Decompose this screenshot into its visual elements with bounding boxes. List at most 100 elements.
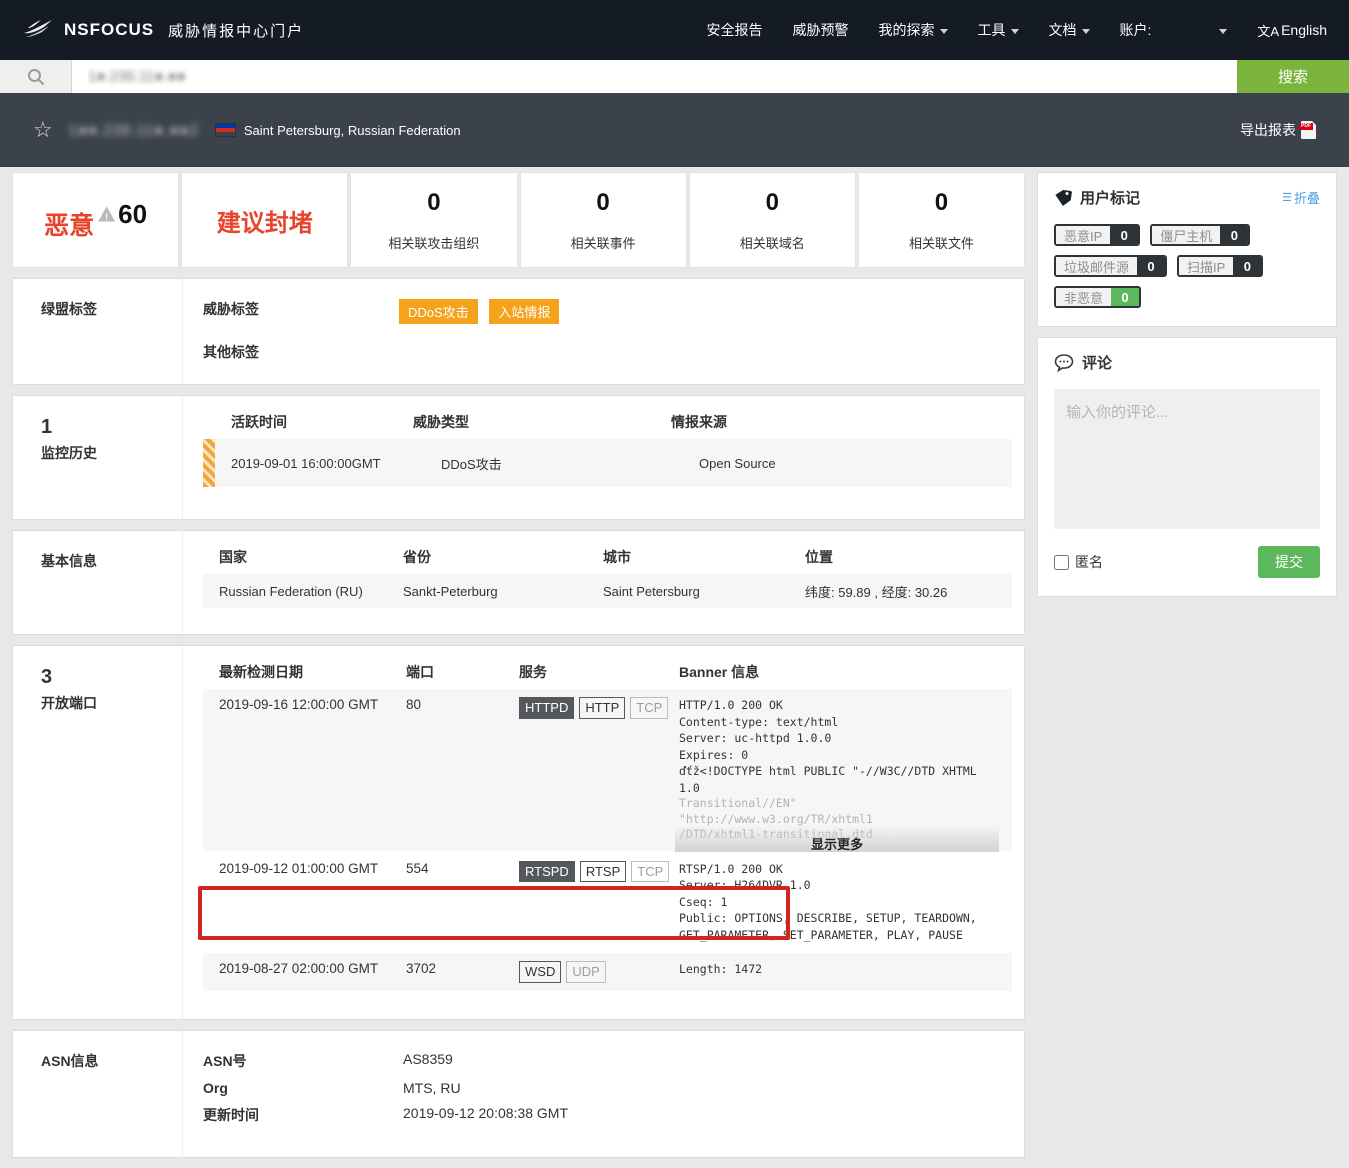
col-header: 情报来源 bbox=[671, 412, 1012, 432]
pill-label: 垃圾邮件源 bbox=[1056, 257, 1137, 275]
col-header: 国家 bbox=[203, 547, 403, 567]
nsfocus-logo-icon bbox=[22, 17, 56, 43]
tag-pill-spam-source[interactable]: 垃圾邮件源 0 bbox=[1054, 255, 1167, 277]
cell-source: Open Source bbox=[699, 456, 1012, 471]
col-header: Banner 信息 bbox=[679, 662, 995, 682]
pill-count: 0 bbox=[1220, 226, 1248, 244]
stat-value: 0 bbox=[766, 189, 779, 217]
section-label: ASN信息 bbox=[13, 1031, 183, 1157]
service-badge: RTSP bbox=[580, 861, 626, 883]
col-header: 最新检测日期 bbox=[203, 662, 406, 682]
other-tags-label: 其他标签 bbox=[203, 342, 399, 362]
comments-header: 评论 bbox=[1054, 352, 1320, 373]
nav-item-threat-warning[interactable]: 威胁预警 bbox=[793, 20, 849, 40]
comment-bubble-icon bbox=[1054, 354, 1074, 372]
title-bar: ☆ 1●●.236.11●.●●2 Saint Petersburg, Russ… bbox=[0, 93, 1349, 167]
port-row-3702: 2019-08-27 02:00:00 GMT 3702 WSDUDP Leng… bbox=[203, 953, 1012, 991]
export-report-button[interactable]: 导出报表 bbox=[1240, 120, 1316, 140]
stat-label: 相关联域名 bbox=[740, 233, 805, 252]
search-input[interactable] bbox=[72, 60, 1237, 93]
section-body: 国家 省份 城市 位置 Russian Federation (RU) Sank… bbox=[183, 531, 1024, 634]
banner-text: RTSP/1.0 200 OK Server: H264DVR 1.0 Cseq… bbox=[679, 862, 977, 942]
brand[interactable]: NSFOCUS bbox=[22, 17, 154, 43]
nav-item-security-report[interactable]: 安全报告 bbox=[707, 20, 763, 40]
open-ports-count: 3 bbox=[41, 666, 182, 689]
section-body: 活跃时间 威胁类型 情报来源 2019-09-01 16:00:00GMT DD… bbox=[183, 396, 1024, 519]
stat-value: 0 bbox=[596, 189, 609, 217]
tag-pill-malicious-ip[interactable]: 恶意IP 0 bbox=[1054, 224, 1140, 246]
comment-input[interactable] bbox=[1054, 389, 1320, 529]
stat-label: 相关联文件 bbox=[909, 233, 974, 252]
asn-label: Org bbox=[203, 1080, 403, 1096]
cell-province: Sankt-Peterburg bbox=[403, 584, 603, 599]
threat-tag[interactable]: DDoS攻击 bbox=[399, 299, 478, 324]
submit-comment-button[interactable]: 提交 bbox=[1258, 546, 1320, 578]
search-icon-box bbox=[0, 60, 72, 93]
section-body: 威胁标签 DDoS攻击 入站情报 其他标签 bbox=[183, 279, 1024, 384]
show-more-link[interactable]: 显示更多 bbox=[811, 837, 863, 852]
tag-icon bbox=[1054, 189, 1072, 207]
anonymous-option[interactable]: 匿名 bbox=[1054, 552, 1103, 572]
threat-tag[interactable]: 入站情报 bbox=[489, 299, 559, 324]
section-label: 绿盟标签 bbox=[13, 279, 183, 384]
ip-address: 1●●.236.11●.●●2 bbox=[69, 122, 199, 139]
anonymous-label: 匿名 bbox=[1075, 552, 1103, 572]
pill-count: 0 bbox=[1110, 226, 1138, 244]
monitoring-count: 1 bbox=[41, 416, 182, 439]
stat-card-events: 0 相关联事件 bbox=[520, 172, 687, 268]
stat-label: 相关联攻击组织 bbox=[388, 233, 479, 252]
portal-title: 威胁情报中心门户 bbox=[168, 20, 304, 41]
cell-city: Saint Petersburg bbox=[603, 584, 805, 599]
nav-item-my-explore[interactable]: 我的探索 bbox=[879, 20, 948, 40]
section-nsfocus-tags: 绿盟标签 威胁标签 DDoS攻击 入站情报 其他标签 bbox=[12, 278, 1025, 385]
section-title: 基本信息 bbox=[41, 551, 182, 571]
chevron-down-icon bbox=[940, 29, 948, 34]
asn-number-row: ASN号 AS8359 bbox=[203, 1051, 1012, 1071]
threat-tags-label: 威胁标签 bbox=[203, 299, 399, 324]
asn-label: ASN号 bbox=[203, 1051, 403, 1071]
cell-services: RTSPDRTSPTCP bbox=[519, 861, 679, 883]
cell-services: HTTPDHTTPTCP bbox=[519, 697, 679, 719]
port-row-554: 2019-09-12 01:00:00 GMT 554 RTSPDRTSPTCP… bbox=[203, 853, 1012, 952]
search-button[interactable]: 搜索 bbox=[1237, 60, 1349, 93]
nav-menu: 安全报告 威胁预警 我的探索 工具 文档 账户: 文AEnglish bbox=[707, 20, 1327, 40]
port-row-80: 2019-09-16 12:00:00 GMT 80 HTTPDHTTPTCP … bbox=[203, 689, 1012, 851]
cell-services: WSDUDP bbox=[519, 961, 679, 983]
pill-label: 恶意IP bbox=[1056, 226, 1110, 244]
cell-detect-date: 2019-08-27 02:00:00 GMT bbox=[203, 961, 406, 976]
language-switcher[interactable]: 文AEnglish bbox=[1257, 21, 1327, 40]
favorite-star-icon[interactable]: ☆ bbox=[33, 117, 53, 143]
cell-position: 纬度: 59.89 , 经度: 30.26 bbox=[805, 582, 1012, 601]
score-cards: 恶意 ! 60 建议封堵 0 相关联攻击组织 0 相关联事件 0 bbox=[12, 172, 1025, 268]
tag-pill-zombie-host[interactable]: 僵尸主机 0 bbox=[1150, 224, 1250, 246]
col-header: 服务 bbox=[519, 662, 679, 682]
collapse-link[interactable]: ☰ 折叠 bbox=[1282, 188, 1320, 207]
chevron-down-icon bbox=[1011, 29, 1019, 34]
nav-item-docs[interactable]: 文档 bbox=[1049, 20, 1090, 40]
section-label: 1 监控历史 bbox=[13, 396, 183, 519]
nav-item-account[interactable]: 账户: bbox=[1120, 20, 1228, 40]
anonymous-checkbox[interactable] bbox=[1054, 555, 1069, 570]
pill-count: 0 bbox=[1137, 257, 1165, 275]
tag-pill-benign[interactable]: 非恶意 0 bbox=[1054, 286, 1141, 308]
asn-value: 2019-09-12 20:08:38 GMT bbox=[403, 1105, 568, 1125]
search-bar: 搜索 bbox=[0, 60, 1349, 93]
col-header: 威胁类型 bbox=[413, 412, 671, 432]
comments-card: 评论 匿名 提交 bbox=[1037, 337, 1337, 597]
section-label: 基本信息 bbox=[13, 531, 183, 634]
banner-fade-overlay: 显示更多 bbox=[675, 825, 999, 852]
nav-item-tools[interactable]: 工具 bbox=[978, 20, 1019, 40]
cell-port: 554 bbox=[406, 861, 519, 876]
section-asn-info: ASN信息 ASN号 AS8359 Org MTS, RU 更新时间 2019-… bbox=[12, 1030, 1025, 1158]
pill-count: 0 bbox=[1233, 257, 1261, 275]
chevron-down-icon bbox=[1082, 29, 1090, 34]
russia-flag-icon bbox=[215, 123, 236, 137]
asn-label: 更新时间 bbox=[203, 1105, 403, 1125]
table-row: Russian Federation (RU) Sankt-Peterburg … bbox=[203, 574, 1012, 608]
tag-pill-scanner-ip[interactable]: 扫描IP 0 bbox=[1177, 255, 1263, 277]
section-body: 最新检测日期 端口 服务 Banner 信息 2019-09-16 12:00:… bbox=[183, 646, 1024, 1019]
service-badge: WSD bbox=[519, 961, 561, 983]
severity-stripe bbox=[203, 439, 215, 487]
pill-label: 僵尸主机 bbox=[1152, 226, 1220, 244]
user-tag-pills: 恶意IP 0 僵尸主机 0 垃圾邮件源 0 扫描IP 0 非恶意 0 bbox=[1054, 224, 1320, 308]
